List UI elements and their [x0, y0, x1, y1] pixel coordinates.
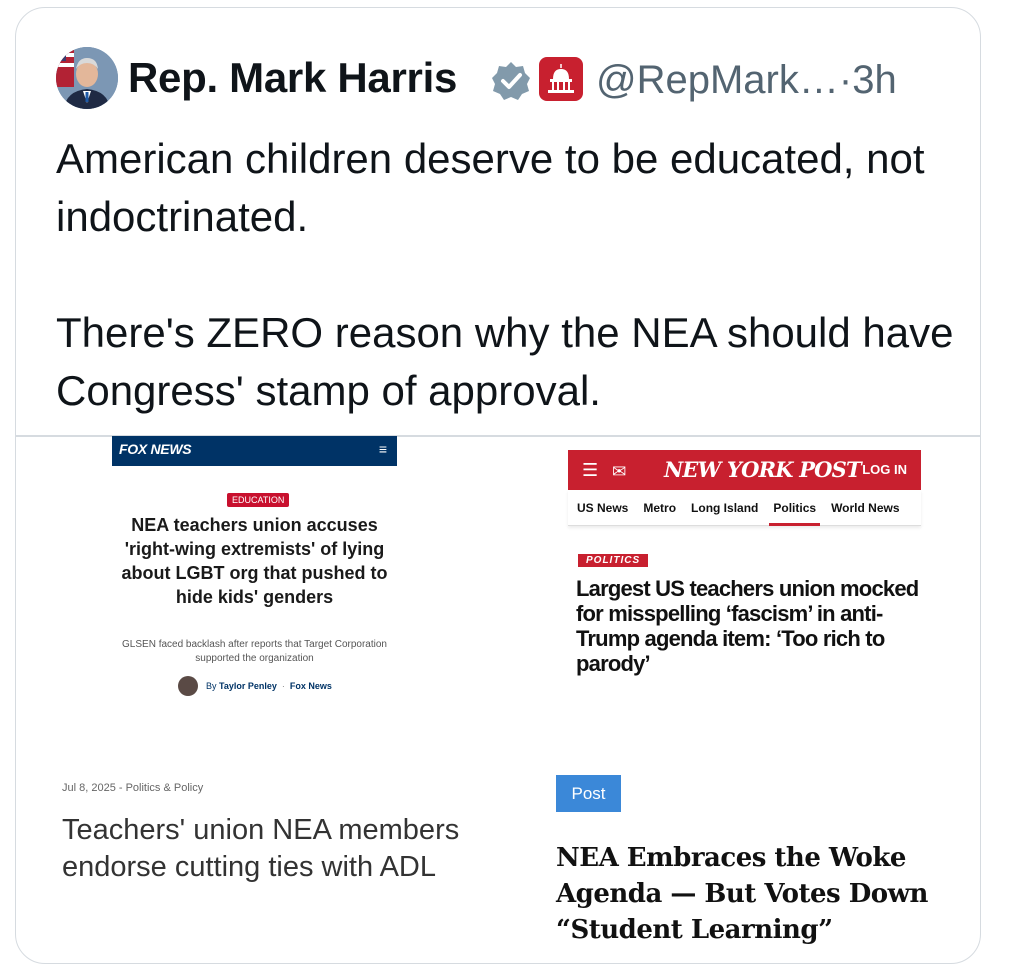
nav-item-world-news: World News — [831, 501, 900, 515]
hamburger-menu-icon: ≡ — [378, 441, 387, 457]
tweet-card[interactable]: Rep. Mark Harris @RepMark…·3h American c… — [15, 7, 981, 964]
fox-subheadline: GLSEN faced backlash after reports that … — [122, 639, 387, 664]
article-headline: Teachers' union NEA members endorse cutt… — [62, 814, 460, 883]
nypost-header-bar: ☰ ✉ NEW YORK POST LOG IN — [568, 450, 921, 490]
mail-icon: ✉ — [612, 462, 627, 481]
byline-outlet: Fox News — [289, 681, 332, 691]
tweet-paragraph: There's ZERO reason why the NEA should h… — [56, 309, 954, 414]
house-gop-logo — [539, 57, 583, 101]
nypost-logo: NEW YORK POST — [664, 457, 862, 482]
fox-header-bar: FOX NEWS ≡ — [112, 436, 397, 466]
capitol-icon — [548, 64, 574, 93]
nav-item-metro: Metro — [643, 501, 677, 515]
meta-separator: · — [838, 58, 853, 102]
article-headline: NEA Embraces the Woke Agenda — But Votes… — [556, 843, 928, 945]
article-meta: Jul 8, 2025 - Politics & Policy — [62, 782, 204, 794]
avatar-image — [56, 47, 118, 109]
tweet-text: American children deserve to be educated… — [56, 130, 956, 420]
verified-badge-icon — [492, 62, 530, 100]
login-link: LOG IN — [862, 462, 907, 477]
nypost-category-tag: POLITICS — [578, 554, 649, 567]
nypost-nav: US News Metro Long Island Politics World… — [568, 490, 921, 526]
byline-author: Taylor Penley — [219, 681, 277, 691]
byline-separator: · — [281, 681, 285, 691]
post-label-button: Post — [556, 775, 621, 812]
author-name[interactable]: Rep. Mark Harris — [128, 54, 457, 102]
fox-category-tag: EDUCATION — [227, 493, 290, 507]
nav-item-long-island: Long Island — [691, 501, 759, 515]
nav-item-us-news: US News — [577, 501, 629, 515]
nav-item-politics: Politics — [769, 490, 820, 526]
tweet-timestamp[interactable]: 3h — [852, 58, 897, 102]
hamburger-menu-icon: ☰ — [582, 460, 599, 480]
fox-byline: By Taylor Penley · Fox News — [178, 675, 332, 697]
fox-news-logo: FOX NEWS — [119, 441, 192, 457]
author-handle-and-time[interactable]: @RepMark…·3h — [596, 58, 897, 103]
byline-prefix: By — [206, 681, 217, 691]
nypost-headline: Largest US teachers union mocked for mis… — [576, 576, 919, 676]
author-avatar — [178, 676, 198, 696]
fox-headline: NEA teachers union accuses 'right-wing e… — [121, 515, 388, 607]
author-handle[interactable]: @RepMark… — [596, 58, 839, 102]
author-avatar[interactable] — [56, 47, 118, 109]
tweet-paragraph: American children deserve to be educated… — [56, 135, 925, 240]
